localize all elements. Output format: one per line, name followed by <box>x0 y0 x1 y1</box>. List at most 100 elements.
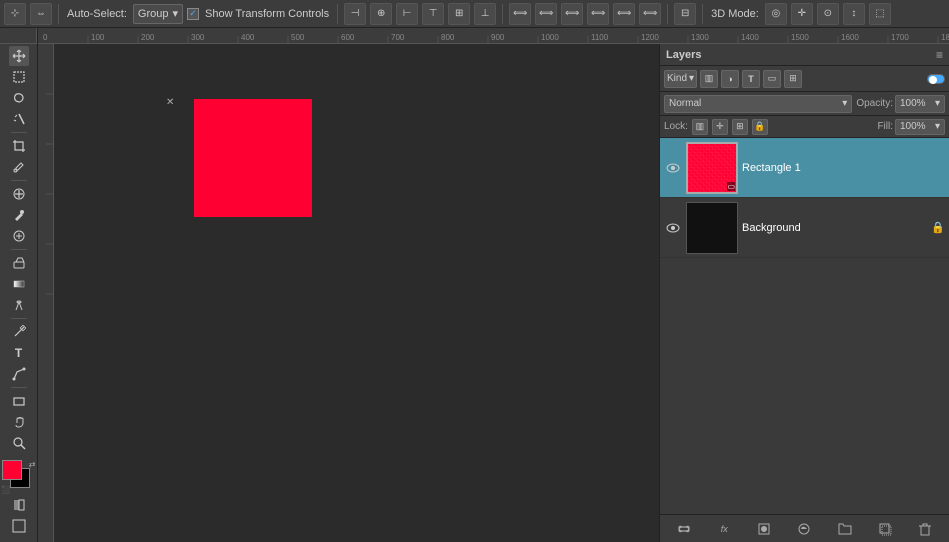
layer-group-btn[interactable] <box>834 518 856 540</box>
hand-tool-btn[interactable] <box>9 412 29 432</box>
screen-mode-btn[interactable] <box>9 516 29 536</box>
opacity-label: Opacity: <box>856 98 893 109</box>
crop-tool-btn[interactable] <box>9 136 29 156</box>
ruler-svg: 0 100 200 300 400 500 600 <box>38 28 949 43</box>
swap-colors-btn[interactable]: ⇄ <box>29 460 36 469</box>
show-transform-checkbox-area[interactable]: Show Transform Controls <box>187 8 331 20</box>
move-tool-btn[interactable] <box>9 46 29 66</box>
tool-options-icon[interactable]: ⊹ <box>4 3 26 25</box>
align-center-h-icon[interactable]: ⊕ <box>370 3 392 25</box>
filter-type-btn[interactable]: T <box>742 70 760 88</box>
layer-adjustment-btn[interactable] <box>793 518 815 540</box>
heal-tool-btn[interactable] <box>9 184 29 204</box>
lasso-tool-btn[interactable] <box>9 88 29 108</box>
tool-separator-2 <box>11 180 27 181</box>
show-transform-checkbox[interactable] <box>187 8 199 20</box>
layers-lockfill-row: Lock: ▥ ✛ ⊞ 🔒 Fill: 100% ▾ <box>660 116 949 138</box>
magic-wand-tool-btn[interactable] <box>9 109 29 129</box>
blend-mode-dropdown[interactable]: Normal ▾ <box>664 95 852 113</box>
layer-link-btn[interactable] <box>673 518 695 540</box>
layer-add-btn[interactable] <box>874 518 896 540</box>
top-toolbar: ⊹ ⇔ Auto-Select: Group ▾ Show Transform … <box>0 0 949 28</box>
main-content: 0 100 200 300 400 500 600 <box>38 28 949 542</box>
lock-artboard-btn[interactable]: ⊞ <box>732 119 748 135</box>
layers-filter-bar: Kind ▾ ▥ ◑ T ▭ ⊞ <box>660 66 949 92</box>
distribute-center-h-icon[interactable]: ⟺ <box>535 3 557 25</box>
align-bottom-icon[interactable]: ⊥ <box>474 3 496 25</box>
3d-pan-icon[interactable]: ✛ <box>791 3 813 25</box>
layers-panel-title: Layers <box>666 49 936 61</box>
zoom-tool-btn[interactable] <box>9 433 29 453</box>
3d-slide-icon[interactable]: ↕ <box>843 3 865 25</box>
pen-tool-btn[interactable] <box>9 322 29 342</box>
canvas-rectangle <box>194 99 312 217</box>
shape-tool-btn[interactable] <box>9 391 29 411</box>
svg-text:1400: 1400 <box>741 33 759 42</box>
ruler-top-marks: 0 100 200 300 400 500 600 <box>38 28 949 43</box>
lock-pixels-btn[interactable]: ▥ <box>692 119 708 135</box>
lock-label: Lock: <box>664 121 688 132</box>
layer-mask-btn[interactable] <box>753 518 775 540</box>
filter-smart-btn[interactable]: ⊞ <box>784 70 802 88</box>
opacity-control: Opacity: 100% ▾ <box>856 95 945 113</box>
content-area: T ⇄ ⬛ <box>0 28 949 542</box>
layer-fx-btn[interactable]: fx <box>713 518 735 540</box>
fill-value[interactable]: 100% ▾ <box>895 119 945 135</box>
svg-text:1000: 1000 <box>541 33 559 42</box>
filter-type-dropdown[interactable]: Kind ▾ <box>664 70 697 88</box>
gradient-tool-btn[interactable] <box>9 274 29 294</box>
layer-row-background[interactable]: Background 🔒 <box>660 198 949 258</box>
layer-name-rectangle1: Rectangle 1 <box>742 162 945 174</box>
lock-all-btn[interactable]: 🔒 <box>752 119 768 135</box>
align-left-icon[interactable]: ⊣ <box>344 3 366 25</box>
align-right-icon[interactable]: ⊢ <box>396 3 418 25</box>
select-rect-tool-btn[interactable] <box>9 67 29 87</box>
3d-mode-label: 3D Mode: <box>711 8 759 20</box>
layers-panel-close-btn[interactable]: ✕ <box>166 97 174 108</box>
distribute-bottom-icon[interactable]: ⟺ <box>639 3 661 25</box>
svg-text:300: 300 <box>191 33 205 42</box>
layers-panel-menu-btn[interactable]: ≡ <box>936 48 943 62</box>
transform-icon[interactable]: ⇔ <box>30 3 52 25</box>
eraser-tool-btn[interactable] <box>9 253 29 273</box>
dodge-tool-btn[interactable] <box>9 295 29 315</box>
type-tool-btn[interactable]: T <box>9 343 29 363</box>
eyedropper-tool-btn[interactable] <box>9 157 29 177</box>
fg-color-swatch[interactable] <box>2 460 22 480</box>
lock-position-btn[interactable]: ✛ <box>712 119 728 135</box>
align-center-v-icon[interactable]: ⊞ <box>448 3 470 25</box>
layer-visibility-btn-rectangle1[interactable] <box>664 159 682 177</box>
toolbar-separator-4 <box>667 4 668 24</box>
distribute-center-v-icon[interactable]: ⟺ <box>613 3 635 25</box>
svg-text:1200: 1200 <box>641 33 659 42</box>
filter-pixel-btn[interactable]: ▥ <box>700 70 718 88</box>
layer-row-rectangle1[interactable]: ▭ Rectangle 1 <box>660 138 949 198</box>
layer-delete-btn[interactable] <box>914 518 936 540</box>
arrange-icon[interactable]: ⊟ <box>674 3 696 25</box>
distribute-left-icon[interactable]: ⟺ <box>509 3 531 25</box>
brush-tool-btn[interactable] <box>9 205 29 225</box>
filter-adjustment-btn[interactable]: ◑ <box>721 70 739 88</box>
default-colors-btn[interactable]: ⬛ <box>2 486 11 494</box>
3d-scale-icon[interactable]: ⬚ <box>869 3 891 25</box>
clone-tool-btn[interactable] <box>9 226 29 246</box>
toolbar-separator-3 <box>502 4 503 24</box>
3d-roll-icon[interactable]: ⊙ <box>817 3 839 25</box>
auto-select-dropdown[interactable]: Group ▾ <box>133 4 183 24</box>
quick-mask-btn[interactable] <box>9 495 29 515</box>
opacity-value[interactable]: 100% ▾ <box>895 95 945 113</box>
fill-control: Fill: 100% ▾ <box>877 119 945 135</box>
layer-visibility-btn-background[interactable] <box>664 219 682 237</box>
3d-orbit-icon[interactable]: ◎ <box>765 3 787 25</box>
align-top-icon[interactable]: ⊤ <box>422 3 444 25</box>
show-transform-label: Show Transform Controls <box>205 8 329 20</box>
distribute-top-icon[interactable]: ⟺ <box>587 3 609 25</box>
svg-text:100: 100 <box>91 33 105 42</box>
filter-shape-btn[interactable]: ▭ <box>763 70 781 88</box>
filter-toggle[interactable] <box>927 74 945 84</box>
layer-thumb-background <box>686 202 738 254</box>
distribute-right-icon[interactable]: ⟺ <box>561 3 583 25</box>
svg-text:0: 0 <box>43 33 48 42</box>
path-select-tool-btn[interactable] <box>9 364 29 384</box>
svg-text:600: 600 <box>341 33 355 42</box>
